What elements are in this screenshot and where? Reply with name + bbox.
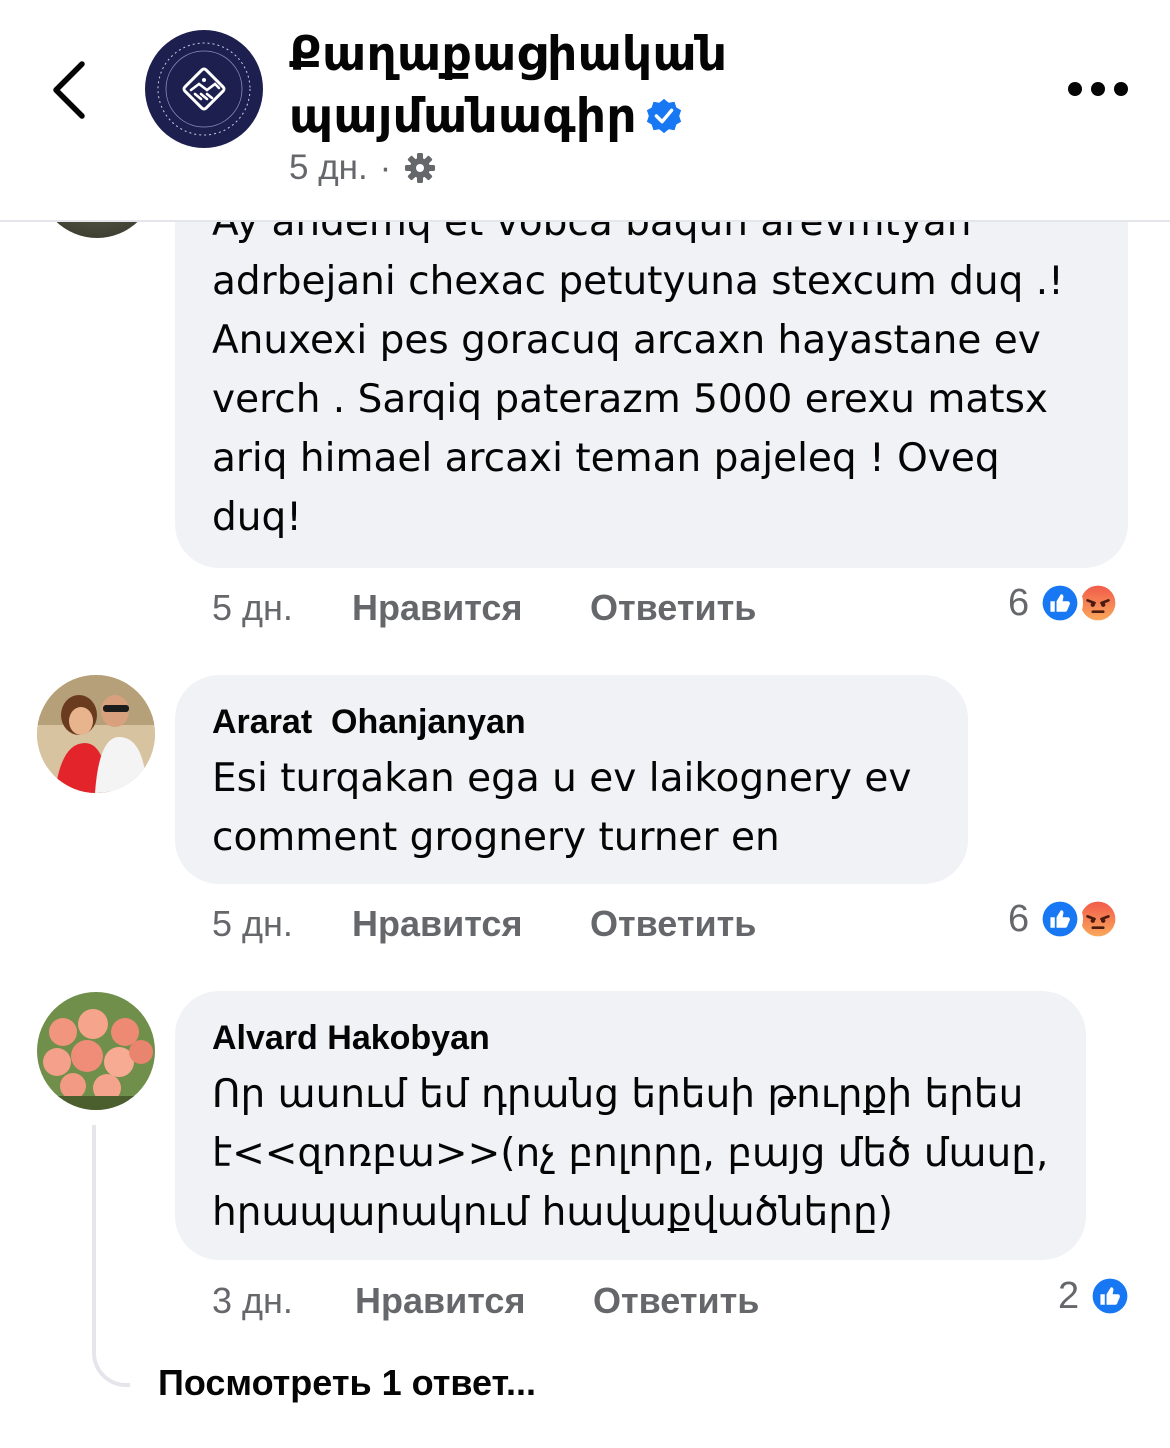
view-replies-link[interactable]: Посмотреть 1 ответ... <box>158 1362 536 1404</box>
reaction-summary[interactable]: 6 <box>1008 896 1122 942</box>
couple-photo <box>37 675 155 793</box>
back-button[interactable] <box>44 58 96 122</box>
post-meta: 5 дн. · <box>289 148 437 188</box>
meta-separator: · <box>379 148 392 187</box>
dot <box>1068 82 1082 96</box>
page-avatar[interactable] <box>145 30 263 148</box>
page-name[interactable]: Քաղաքացիական պայմանագիր <box>289 24 727 148</box>
commenter-avatar[interactable] <box>37 992 155 1110</box>
like-reaction-icon <box>1087 1273 1134 1319</box>
comment-actions: 5 дн. Нравится Ответить <box>212 903 756 945</box>
dot <box>1091 82 1105 96</box>
comment-text: Esi turqakan ega u ev laikognery ev comm… <box>212 756 912 860</box>
chevron-left-icon <box>53 61 85 119</box>
comment-bubble: Alvard Hakobyan Որ ասում եմ դրանց երեսի … <box>175 991 1086 1260</box>
roses-photo <box>37 992 155 1110</box>
like-reaction-icon <box>1037 580 1084 626</box>
dot <box>1114 82 1128 96</box>
reaction-count: 6 <box>1008 897 1030 940</box>
reply-button[interactable]: Ответить <box>590 903 756 945</box>
reaction-summary[interactable]: 6 <box>1008 580 1122 626</box>
reply-button[interactable]: Ответить <box>590 587 756 629</box>
comment-time: 5 дн. <box>212 587 293 628</box>
post-header: Քաղաքացիական պայմանագիր 5 дн. · <box>0 0 1170 222</box>
like-reaction-icon <box>1037 896 1084 942</box>
comment-text: Ay andemq et vobca baqun arevmtyan adrbe… <box>212 200 1064 540</box>
comment-actions: 5 дн. Нравится Ответить <box>212 587 756 629</box>
reply-button[interactable]: Ответить <box>593 1280 759 1322</box>
gear-icon <box>405 153 436 183</box>
page-name-line-2: պայմանագիր <box>289 86 727 148</box>
reaction-count: 6 <box>1008 581 1030 624</box>
like-button[interactable]: Нравится <box>355 1280 593 1322</box>
comment-time: 5 дн. <box>212 903 293 944</box>
comment-text: Որ ասում եմ դրանց երեսի թուրքի երես է<<զ… <box>212 1072 1049 1235</box>
comment-actions: 3 дн. Нравится Ответить <box>212 1280 759 1322</box>
page-name-text: պայմանագիր <box>289 89 637 144</box>
post-time: 5 дн. <box>289 148 368 187</box>
like-button[interactable]: Нравится <box>352 903 590 945</box>
commenter-avatar[interactable] <box>37 675 155 793</box>
like-button[interactable]: Нравится <box>352 587 590 629</box>
reaction-summary[interactable]: 2 <box>1058 1273 1134 1319</box>
handshake-logo-icon <box>157 42 251 136</box>
verified-badge-icon <box>646 98 681 133</box>
comment-bubble: Ararat Ohanjanyan Esi turqakan ega u ev … <box>175 675 968 884</box>
comment-author[interactable]: Ararat Ohanjanyan <box>212 703 526 742</box>
reaction-count: 2 <box>1058 1274 1080 1317</box>
comment-author[interactable]: Alvard Hakobyan <box>212 1019 490 1058</box>
comment-time: 3 дн. <box>212 1280 293 1321</box>
more-options-button[interactable] <box>1068 82 1128 102</box>
page-name-line-1: Քաղաքացիական <box>289 27 728 82</box>
reply-thread-line <box>92 1125 130 1387</box>
